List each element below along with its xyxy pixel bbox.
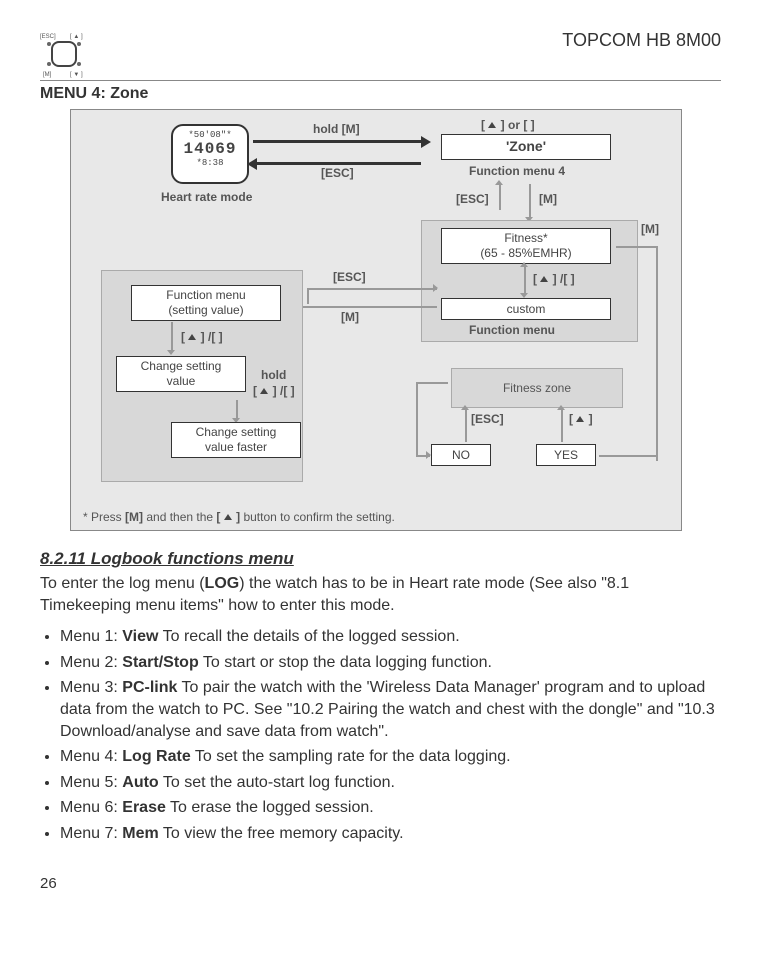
list-item: Menu 2: Start/Stop To start or stop the … xyxy=(60,652,721,674)
no-box: NO xyxy=(431,444,491,466)
page-header: [ESC] [ ▲ ] [M] [ ▼ ] TOPCOM HB 8M00 xyxy=(40,30,721,81)
updown-slash-3: [ ] /[ ] xyxy=(253,384,295,398)
m-label-1: [M] xyxy=(539,192,557,206)
screen-line1: *50'08"* xyxy=(173,130,247,140)
page-number: 26 xyxy=(40,875,721,892)
zone-box: 'Zone' xyxy=(441,134,611,160)
svg-text:[ ▲ ]: [ ▲ ] xyxy=(70,34,83,40)
logbook-list: Menu 1: View To recall the details of th… xyxy=(46,626,721,844)
yes-box: YES xyxy=(536,444,596,466)
change-setting-fast-box: Change setting value faster xyxy=(171,422,301,458)
logbook-intro: To enter the log menu (LOG) the watch ha… xyxy=(40,573,721,616)
list-item: Menu 3: PC-link To pair the watch with t… xyxy=(60,677,721,742)
list-item: Menu 6: Erase To erase the logged sessio… xyxy=(60,797,721,819)
product-title: TOPCOM HB 8M00 xyxy=(562,30,721,51)
device-screen: *50'08"* 14069 *8:38 xyxy=(171,124,249,184)
watch-icon: [ESC] [ ▲ ] [M] [ ▼ ] xyxy=(40,30,88,78)
esc-label-2: [ESC] xyxy=(456,192,489,206)
menu4-diagram: *50'08"* 14069 *8:38 Heart rate mode hol… xyxy=(70,109,682,531)
esc-label-4: [ESC] xyxy=(471,412,504,426)
function-menu-setting-box: Function menu (setting value) xyxy=(131,285,281,321)
func-menu4-label: Function menu 4 xyxy=(469,164,565,178)
screen-line2: 14069 xyxy=(173,140,247,158)
menu4-title: MENU 4: Zone xyxy=(40,85,721,103)
svg-text:[ ▼ ]: [ ▼ ] xyxy=(70,72,83,78)
esc-label-3: [ESC] xyxy=(333,270,366,284)
footnote: * Press [M] and then the [ ] button to c… xyxy=(83,510,395,524)
updown-or: [ ] or [ ] xyxy=(481,118,535,132)
svg-text:[ESC]: [ESC] xyxy=(40,34,56,40)
updown-slash-1: [ ] /[ ] xyxy=(533,272,575,286)
change-setting-box: Change setting value xyxy=(116,356,246,392)
list-item: Menu 7: Mem To view the free memory capa… xyxy=(60,823,721,845)
screen-line3: *8:38 xyxy=(173,158,247,168)
list-item: Menu 1: View To recall the details of th… xyxy=(60,626,721,648)
list-item: Menu 5: Auto To set the auto-start log f… xyxy=(60,772,721,794)
logbook-heading: 8.2.11 Logbook functions menu xyxy=(40,549,721,569)
fitness-zone-box: Fitness zone xyxy=(451,368,623,408)
m-label-3: [M] xyxy=(341,310,359,324)
up-only: [ ] xyxy=(569,412,593,426)
fitness-box: Fitness* (65 - 85%EMHR) xyxy=(441,228,611,264)
heart-rate-caption: Heart rate mode xyxy=(161,190,252,204)
func-menu-label: Function menu xyxy=(469,323,555,337)
hold-label: hold xyxy=(261,368,286,382)
updown-slash-2: [ ] /[ ] xyxy=(181,330,223,344)
custom-box: custom xyxy=(441,298,611,320)
hold-m-label: hold [M] xyxy=(313,122,360,136)
esc-label-1: [ESC] xyxy=(321,166,354,180)
list-item: Menu 4: Log Rate To set the sampling rat… xyxy=(60,746,721,768)
svg-text:[M]: [M] xyxy=(43,72,52,78)
m-label-2: [M] xyxy=(641,222,659,236)
